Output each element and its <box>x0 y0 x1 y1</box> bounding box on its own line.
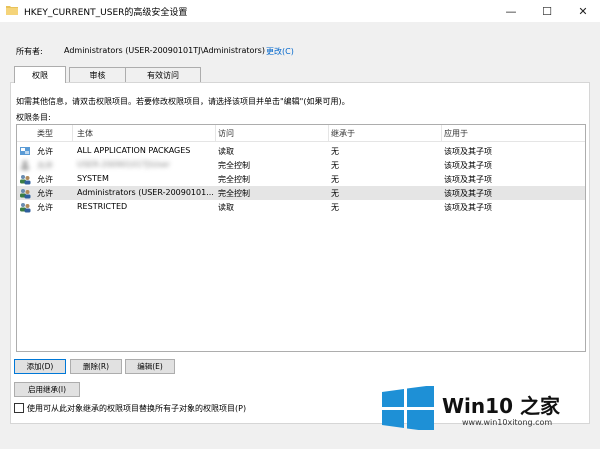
replace-child-permissions-label[interactable]: 使用可从此对象继承的权限项目替换所有子对象的权限项目(P) <box>27 403 246 414</box>
column-separator[interactable] <box>441 125 442 141</box>
row-type: 允许 <box>37 161 53 170</box>
column-separator[interactable] <box>215 125 216 141</box>
minimize-button[interactable]: — <box>494 0 528 22</box>
owner-value: Administrators (USER-20090101TJ\Administ… <box>64 46 265 55</box>
users-icon <box>20 189 31 199</box>
title-bar: HKEY_CURRENT_USER的高级安全设置 — ☐ ✕ <box>0 0 600 22</box>
users-icon <box>20 203 31 213</box>
table-row[interactable]: 允许 Administrators (USER-20090101... 完全控制… <box>17 186 585 200</box>
row-applies-to: 该项及其子项 <box>444 203 492 212</box>
row-inherited: 无 <box>331 189 339 198</box>
watermark-brand: Win10 之家 <box>442 394 560 418</box>
windows-logo-icon <box>382 386 434 430</box>
row-inherited: 无 <box>331 175 339 184</box>
row-principal: ALL APPLICATION PACKAGES <box>77 146 191 155</box>
replace-child-permissions-checkbox[interactable] <box>14 403 24 413</box>
maximize-button[interactable]: ☐ <box>530 0 564 22</box>
row-access: 读取 <box>218 203 234 212</box>
users-icon <box>20 175 31 185</box>
watermark-url: www.win10xitong.com <box>462 418 553 427</box>
owner-label: 所有者: <box>16 47 43 56</box>
table-row[interactable]: 允许 SYSTEM 完全控制 无 该项及其子项 <box>17 172 585 186</box>
close-button[interactable]: ✕ <box>566 0 600 22</box>
permission-table: 类型 主体 访问 继承于 应用于 允许 ALL APPLICATION PACK… <box>16 124 586 352</box>
tab-permissions[interactable]: 权限 <box>14 66 66 83</box>
table-row[interactable]: 允许 USER-20090101TJ\User 完全控制 无 该项及其子项 <box>17 158 585 172</box>
enable-inheritance-button[interactable]: 启用继承(I) <box>14 382 80 397</box>
column-separator[interactable] <box>328 125 329 141</box>
row-type: 允许 <box>37 203 53 212</box>
add-button[interactable]: 添加(D) <box>14 359 66 374</box>
tab-effective-access[interactable]: 有效访问 <box>125 67 201 82</box>
close-icon: ✕ <box>578 4 588 18</box>
tab-auditing[interactable]: 审核 <box>69 67 126 82</box>
row-principal: USER-20090101TJ\User <box>77 160 171 169</box>
row-inherited: 无 <box>331 147 339 156</box>
table-header: 类型 主体 访问 继承于 应用于 <box>17 125 585 142</box>
row-applies-to: 该项及其子项 <box>444 161 492 170</box>
row-access: 完全控制 <box>218 175 250 184</box>
row-applies-to: 该项及其子项 <box>444 175 492 184</box>
row-type: 允许 <box>37 175 53 184</box>
tab-permissions-label: 权限 <box>32 70 48 80</box>
watermark-logo: Win10 之家 www.win10xitong.com <box>370 378 592 438</box>
maximize-icon: ☐ <box>542 4 552 18</box>
column-inherited[interactable]: 继承于 <box>331 128 355 139</box>
user-icon <box>21 160 29 170</box>
edit-button[interactable]: 编辑(E) <box>125 359 175 374</box>
row-access: 完全控制 <box>218 161 250 170</box>
window-title: HKEY_CURRENT_USER的高级安全设置 <box>24 8 188 18</box>
column-applies-to[interactable]: 应用于 <box>444 128 468 139</box>
remove-button[interactable]: 删除(R) <box>70 359 122 374</box>
tab-effective-access-label: 有效访问 <box>147 70 179 80</box>
hint-text: 如需其他信息，请双击权限项目。若要修改权限项目，请选择该项目并单击"编辑"(如果… <box>16 97 350 106</box>
row-principal: RESTRICTED <box>77 202 128 211</box>
table-row[interactable]: 允许 ALL APPLICATION PACKAGES 读取 无 该项及其子项 <box>17 144 585 158</box>
package-icon <box>20 147 30 155</box>
column-access[interactable]: 访问 <box>218 128 234 139</box>
column-principal[interactable]: 主体 <box>77 128 93 139</box>
row-applies-to: 该项及其子项 <box>444 147 492 156</box>
table-row[interactable]: 允许 RESTRICTED 读取 无 该项及其子项 <box>17 200 585 214</box>
row-type: 允许 <box>37 147 53 156</box>
row-inherited: 无 <box>331 161 339 170</box>
row-inherited: 无 <box>331 203 339 212</box>
row-principal: Administrators (USER-20090101... <box>77 188 213 197</box>
tab-auditing-label: 审核 <box>89 70 106 80</box>
minimize-icon: — <box>505 4 517 18</box>
row-type: 允许 <box>37 189 53 198</box>
row-applies-to: 该项及其子项 <box>444 189 492 198</box>
row-principal: SYSTEM <box>77 174 109 183</box>
permission-entries-label: 权限条目: <box>16 113 51 122</box>
column-type[interactable]: 类型 <box>37 128 53 139</box>
row-access: 完全控制 <box>218 189 250 198</box>
column-separator[interactable] <box>72 125 73 141</box>
change-owner-link[interactable]: 更改(C) <box>266 46 294 57</box>
row-access: 读取 <box>218 147 234 156</box>
folder-icon <box>6 6 18 15</box>
